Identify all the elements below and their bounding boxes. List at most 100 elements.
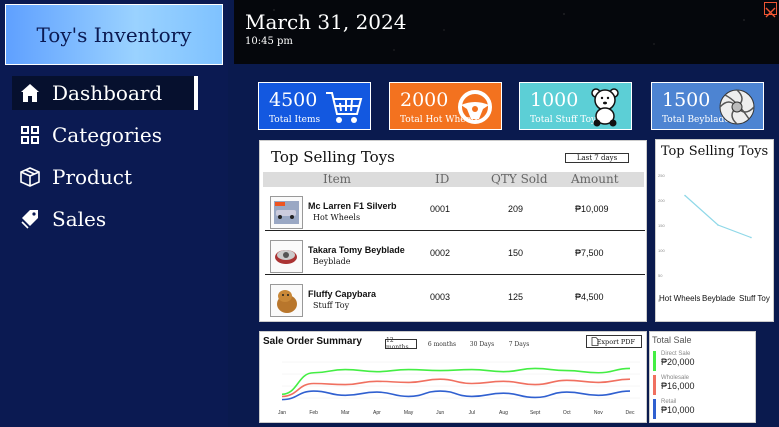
sale-order-summary: Sale Order Summary 12 months 6 months 30… (259, 331, 647, 423)
chart-title: Top Selling Toys (660, 144, 769, 159)
item-qty: 209 (508, 204, 524, 214)
data-point (750, 236, 752, 239)
nav-item-categories[interactable]: Categories (12, 118, 196, 152)
table-row[interactable]: Takara Tomy Beyblade Beyblade 0002 150 ₱… (265, 235, 645, 275)
card-value: 1500 (662, 89, 711, 111)
col-amount: Amount (571, 172, 619, 186)
nav-label: Product (52, 165, 132, 189)
range-12-months[interactable]: 12 months (385, 337, 417, 351)
nav-label: Categories (52, 123, 162, 147)
range-select-value: Last 7 days (576, 154, 618, 162)
current-time: 10:45 pm (245, 36, 293, 47)
x-tick-label: Feb (309, 410, 318, 416)
header: March 31, 2024 10:45 pm (234, 0, 779, 64)
sidebar: Toy's Inventory Dashboard Categories Pro… (0, 0, 228, 427)
item-amount: ₱7,500 (575, 248, 604, 258)
item-id: 0001 (430, 204, 451, 214)
item-qty: 150 (508, 248, 524, 258)
nav-label: Dashboard (52, 81, 163, 105)
item-id: 0002 (430, 248, 451, 258)
item-name: Mc Larren F1 Silverb (308, 201, 397, 211)
x-tick-label: Aug (499, 410, 508, 416)
total-sale-retail: Retail ₱10,000 (653, 399, 695, 419)
card-total-stuff-toy[interactable]: 1000 Total Stuff Toy (519, 82, 632, 130)
grid-icon (18, 123, 42, 147)
nav-item-product[interactable]: Product (12, 160, 196, 194)
item-amount: ₱10,009 (575, 204, 609, 214)
sale-value: ₱20,000 (661, 357, 695, 367)
series-line (281, 390, 631, 401)
item-name: Takara Tomy Beyblade (308, 245, 405, 255)
item-category: Hot Wheels (313, 213, 361, 222)
close-icon (765, 7, 776, 18)
x-tick-label: Dec (626, 410, 635, 416)
x-tick-label: Stuff Toy (739, 294, 770, 303)
card-label: Total Items (269, 115, 321, 125)
top-selling-chart-svg: 050100150200250Hot Wheels Beyblade Stuff T… (658, 173, 770, 303)
item-qty: 125 (508, 292, 524, 302)
nav-item-sales[interactable]: Sales (12, 202, 196, 236)
total-sale-wholesale: Wholesale ₱16,000 (653, 375, 695, 395)
y-tick-label: 50 (658, 273, 663, 278)
x-tick-label: Mar (341, 410, 350, 416)
top-selling-table: Top Selling Toys Last 7 days Item ID QTY… (259, 140, 647, 322)
current-date: March 31, 2024 (245, 10, 407, 34)
cart-icon (324, 87, 364, 127)
document-icon (591, 337, 599, 346)
card-value: 4500 (269, 89, 318, 111)
table-row[interactable]: Mc Larren F1 Silverb Hot Wheels 0001 209… (265, 191, 645, 231)
beyblade-icon (717, 87, 757, 127)
card-value: 2000 (400, 89, 449, 111)
col-qty: QTY Sold (491, 172, 548, 186)
x-tick-label: Hot Wheels (659, 294, 700, 303)
nav-item-dashboard[interactable]: Dashboard (12, 76, 198, 110)
beyblade-image (270, 240, 303, 273)
range-6-months[interactable]: 6 months (426, 339, 458, 349)
total-sale-title: Total Sale (652, 335, 692, 345)
close-button[interactable] (764, 2, 777, 18)
x-tick-label: Beyblade (702, 294, 736, 303)
range-7-days[interactable]: 7 Days (503, 339, 535, 349)
card-total-beyblade[interactable]: 1500 Total Beyblade (651, 82, 764, 130)
app-title: Toy's Inventory (36, 22, 192, 47)
sale-value: ₱10,000 (661, 405, 695, 415)
x-tick-label: Sept (530, 410, 541, 416)
item-name: Fluffy Capybara (308, 289, 377, 299)
y-tick-label: 200 (658, 198, 665, 203)
x-tick-label: Oct (563, 410, 571, 416)
nav-label: Sales (52, 207, 107, 231)
data-point (684, 194, 686, 197)
y-tick-label: 150 (658, 223, 665, 228)
total-sale-direct: Direct Sale ₱20,000 (653, 351, 695, 371)
home-icon (18, 81, 42, 105)
total-sale-panel: Total Sale Direct Sale ₱20,000 Wholesale… (649, 331, 756, 423)
x-tick-label: Jul (469, 410, 475, 416)
item-id: 0003 (430, 292, 451, 302)
summary-title: Sale Order Summary (263, 336, 362, 347)
sale-value: ₱16,000 (661, 381, 695, 391)
car-image (270, 196, 303, 229)
card-total-items[interactable]: 4500 Total Items (258, 82, 371, 130)
range-select[interactable]: Last 7 days (565, 153, 629, 163)
item-amount: ₱4,500 (575, 292, 604, 302)
x-tick-label: Apr (373, 410, 381, 416)
card-total-hot-wheels[interactable]: 2000 Total Hot Wheels (389, 82, 502, 130)
table-row[interactable]: Fluffy Capybara Stuff Toy 0003 125 ₱4,50… (265, 279, 645, 319)
export-pdf-button[interactable]: Export PDF (586, 335, 642, 348)
data-point (717, 224, 719, 226)
tags-icon (18, 207, 42, 231)
steering-wheel-icon (455, 87, 495, 127)
capybara-image (270, 284, 303, 317)
col-id: ID (435, 172, 450, 186)
x-tick-label: Jan (278, 410, 286, 416)
table-header: Item ID QTY Sold Amount (263, 172, 644, 187)
card-value: 1000 (530, 89, 579, 111)
x-tick-label: May (404, 410, 414, 416)
top-selling-chart: Top Selling Toys 0 50 100 150 200 250 Hot Whee… (655, 139, 774, 322)
range-30-days[interactable]: 30 Days (466, 339, 498, 349)
export-label: Export PDF (596, 337, 635, 346)
x-tick-label: Jun (436, 410, 444, 416)
box-icon (18, 165, 42, 189)
y-tick-label: 100 (658, 248, 665, 253)
app-logo: Toy's Inventory (5, 4, 223, 65)
